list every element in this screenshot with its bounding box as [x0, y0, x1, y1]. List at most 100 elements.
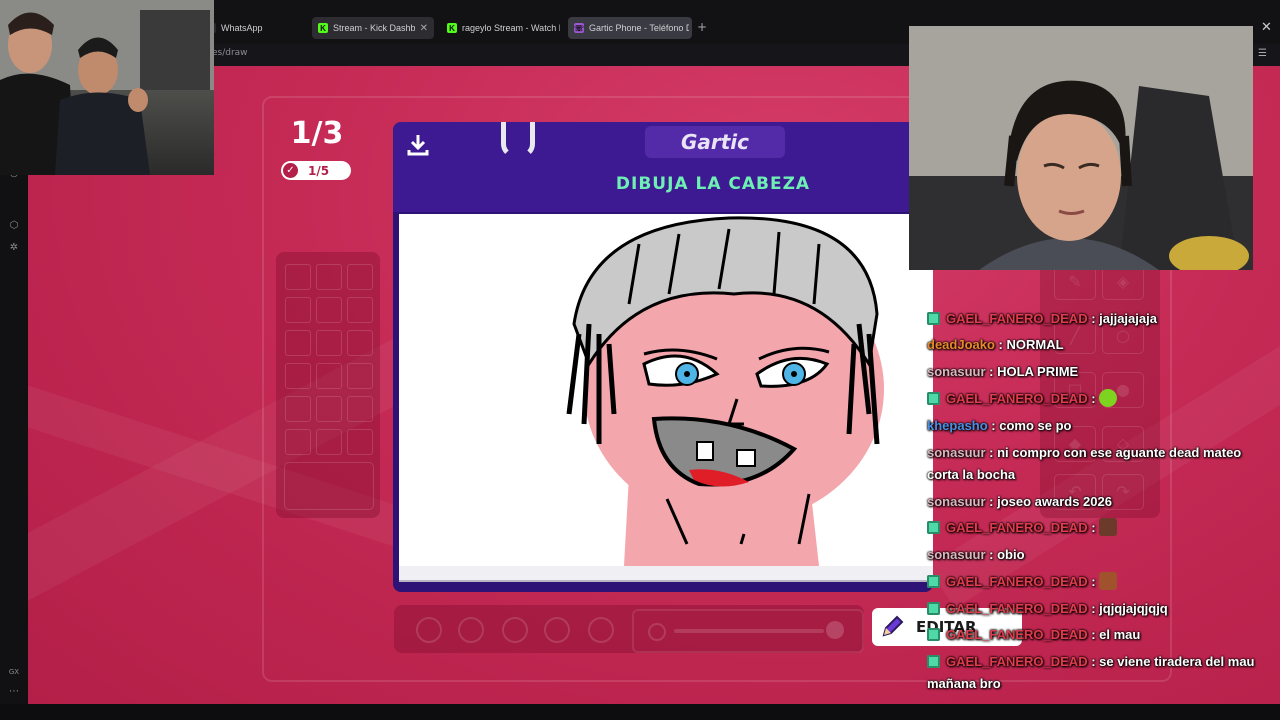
chat-username: deadJoako — [927, 337, 995, 352]
chat-text: HOLA PRIME — [997, 364, 1079, 379]
color-swatch[interactable] — [285, 396, 311, 422]
color-swatch[interactable] — [285, 330, 311, 356]
chat-message: GAEL_FANERO_DEAD : jajjajajaja — [927, 308, 1272, 330]
players-done-count: 1/5 — [308, 163, 330, 178]
color-swatch[interactable] — [347, 264, 373, 290]
color-swatch[interactable] — [347, 330, 373, 356]
chat-username: GAEL_FANERO_DEAD — [946, 601, 1088, 616]
chat-message: sonasuur : HOLA PRIME — [927, 364, 1079, 379]
chat-text: como se po — [999, 418, 1072, 433]
opacity-slider[interactable] — [632, 609, 864, 653]
chat-message: GAEL_FANERO_DEAD : se viene tiradera del… — [927, 654, 1255, 691]
chat-username: GAEL_FANERO_DEAD — [946, 311, 1088, 326]
current-color-preview — [284, 462, 374, 510]
color-swatch[interactable] — [316, 297, 342, 323]
chat-username: GAEL_FANERO_DEAD — [946, 627, 1088, 642]
chat-text: obio — [997, 547, 1025, 562]
brush-size-option[interactable] — [458, 617, 484, 643]
sub-badge-icon — [927, 655, 940, 668]
chat-message: sonasuur : joseo awards 2026 — [927, 494, 1112, 509]
brush-size-option[interactable] — [588, 617, 614, 643]
color-swatch[interactable] — [347, 429, 373, 455]
draw-instruction: DIBUJA LA CABEZA — [615, 174, 811, 194]
menu-icon[interactable]: ☰ — [1258, 48, 1267, 59]
brush-size-option[interactable] — [502, 617, 528, 643]
chat-message: GAEL_FANERO_DEAD : el mau — [927, 624, 1272, 646]
window-close-icon[interactable]: ✕ — [1261, 20, 1272, 35]
chat-username: sonasuur — [927, 494, 986, 509]
players-done-badge: ✓ 1/5 — [281, 161, 351, 180]
color-swatch[interactable] — [316, 330, 342, 356]
gartic-logo: Gartic — [645, 126, 785, 158]
chat-message: sonasuur : ni compro con ese aguante dea… — [927, 445, 1242, 482]
drawing-card: Gartic DIBUJA LA CABEZA — [393, 122, 933, 592]
chat-message: deadJoako : NORMAL — [927, 337, 1064, 352]
chat-username: sonasuur — [927, 364, 986, 379]
chat-message: GAEL_FANERO_DEAD : jqjqjajqjqjq — [927, 598, 1272, 620]
color-swatch[interactable] — [347, 363, 373, 389]
color-swatch[interactable] — [347, 396, 373, 422]
chat-username: khepasho — [927, 418, 988, 433]
color-swatch[interactable] — [316, 429, 342, 455]
color-swatch[interactable] — [316, 264, 342, 290]
stream-chat-overlay: GAEL_FANERO_DEAD : jajjajajaja deadJoako… — [927, 308, 1277, 708]
chat-message: GAEL_FANERO_DEAD : — [927, 517, 1272, 539]
chat-username: GAEL_FANERO_DEAD — [946, 520, 1088, 535]
chat-text: jqjqjajqjqjq — [1099, 601, 1168, 616]
settings-icon[interactable]: ✲ — [8, 242, 20, 254]
url-text: es/draw — [212, 48, 248, 58]
chat-username: GAEL_FANERO_DEAD — [946, 391, 1088, 406]
chat-message: khepasho : como se po — [927, 418, 1072, 433]
brush-size-bar — [394, 605, 864, 653]
kick-icon: K — [447, 23, 457, 33]
slider-thumb[interactable] — [826, 621, 844, 639]
emote-icon — [1099, 572, 1118, 590]
new-tab-icon[interactable]: + — [697, 20, 707, 34]
color-swatch[interactable] — [285, 297, 311, 323]
brush-size-option[interactable] — [416, 617, 442, 643]
color-swatch[interactable] — [285, 264, 311, 290]
color-swatch[interactable] — [316, 396, 342, 422]
color-swatch[interactable] — [285, 429, 311, 455]
chat-message: GAEL_FANERO_DEAD : — [927, 571, 1272, 593]
chat-message: sonasuur : obio — [927, 547, 1025, 562]
tab-label: rageylo Stream - Watch L — [462, 23, 560, 33]
player-drawing — [566, 216, 884, 566]
chat-text: joseo awards 2026 — [997, 494, 1112, 509]
sub-badge-icon — [927, 575, 940, 588]
chat-username: GAEL_FANERO_DEAD — [946, 654, 1088, 669]
tab-gartic-phone[interactable]: ☏ Gartic Phone - Teléfono D — [568, 17, 692, 39]
chat-text: jajjajajaja — [1099, 311, 1157, 326]
close-tab-icon[interactable]: ✕ — [420, 23, 428, 34]
color-palette — [276, 252, 380, 518]
webcam-overlay-left — [0, 0, 214, 175]
more-icon[interactable]: ⋯ — [8, 686, 20, 698]
chat-message: GAEL_FANERO_DEAD : — [927, 388, 1272, 410]
brush-size-option[interactable] — [544, 617, 570, 643]
webcam-overlay-right — [909, 26, 1253, 270]
tab-label: WhatsApp — [221, 23, 263, 33]
color-swatch[interactable] — [285, 363, 311, 389]
kick-icon: K — [318, 23, 328, 33]
binder-ring — [501, 122, 535, 158]
tab-rageylo-stream[interactable]: K rageylo Stream - Watch L — [441, 17, 561, 39]
gartic-icon: ☏ — [574, 23, 585, 33]
color-swatch[interactable] — [347, 297, 373, 323]
sub-badge-icon — [927, 312, 940, 325]
download-icon[interactable] — [405, 132, 431, 158]
canvas-paper-edge — [399, 566, 933, 582]
bottom-edge — [0, 704, 1280, 720]
round-counter: 1/3 — [290, 116, 344, 151]
tab-whatsapp[interactable]: ◌ WhatsApp — [200, 17, 305, 39]
chat-username: sonasuur — [927, 547, 986, 562]
extensions-icon[interactable]: ⬡ — [8, 220, 20, 232]
sub-badge-icon — [927, 521, 940, 534]
drawing-canvas[interactable] — [399, 214, 933, 566]
sub-badge-icon — [927, 602, 940, 615]
emote-icon — [1099, 389, 1118, 407]
sub-badge-icon — [927, 628, 940, 641]
color-swatch[interactable] — [316, 363, 342, 389]
chat-text: el mau — [1099, 627, 1141, 642]
tab-kick-dashboard[interactable]: K Stream - Kick Dashbo ✕ — [312, 17, 434, 39]
chat-username: GAEL_FANERO_DEAD — [946, 574, 1088, 589]
